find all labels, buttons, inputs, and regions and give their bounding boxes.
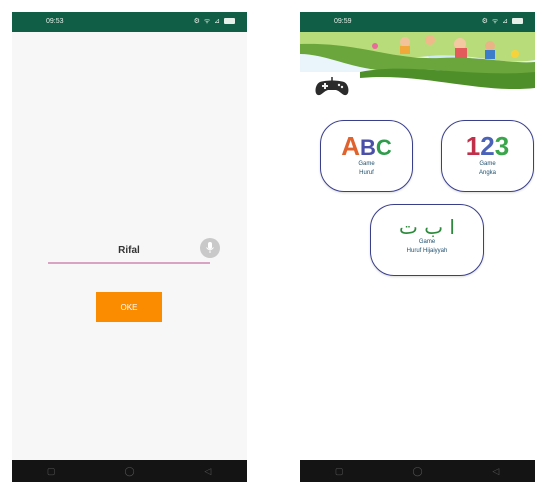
microphone-icon[interactable]: [200, 238, 220, 258]
status-icons: ⚙ ᯤ ⊿: [482, 17, 523, 26]
back-icon[interactable]: ◁: [486, 466, 506, 477]
status-signal-icons: ⚙ ᯤ ⊿: [193, 18, 222, 25]
gamepad-icon: [314, 75, 350, 102]
game-hijaiyyah-button[interactable]: ا ب ت Game Huruf Hijaiyyah: [370, 204, 484, 276]
status-bar: 09:53 ⚙ ᯤ ⊿: [12, 12, 247, 32]
home-icon[interactable]: ◯: [119, 466, 139, 477]
card-label-line2: Angka: [478, 170, 496, 176]
android-nav-bar: ▢ ◯ ◁: [12, 460, 247, 482]
abc-logo-c: C: [375, 135, 392, 160]
recents-icon[interactable]: ▢: [41, 466, 61, 477]
ok-button[interactable]: OKE: [96, 292, 162, 322]
name-input[interactable]: [48, 238, 210, 264]
number-logo: 123: [442, 133, 533, 159]
number-logo-3: 3: [494, 131, 510, 161]
game-huruf-button[interactable]: ABC Game Huruf: [320, 120, 413, 192]
android-nav-bar: ▢ ◯ ◁: [300, 460, 535, 482]
recents-icon[interactable]: ▢: [329, 466, 349, 477]
microphone-glyph: [206, 242, 214, 253]
abc-logo-a: A: [341, 131, 360, 161]
number-logo-1: 1: [465, 131, 481, 161]
abc-logo-b: B: [360, 135, 376, 160]
status-bar: 09:59 ⚙ ᯤ ⊿: [300, 12, 535, 32]
status-time: 09:53: [46, 18, 64, 25]
card-label-line1: Game: [418, 239, 436, 245]
abc-logo: ABC: [321, 133, 412, 159]
status-time: 09:59: [334, 18, 352, 25]
phone-screen-game-menu: 09:59 ⚙ ᯤ ⊿ ABC Game Huruf 123 Game Angk…: [300, 12, 535, 482]
number-logo-2: 2: [480, 131, 495, 161]
arabic-letters-logo: ا ب ت: [399, 215, 455, 239]
phone-screen-name-entry: 09:53 ⚙ ᯤ ⊿ OKE ▢ ◯ ◁: [12, 12, 247, 482]
battery-icon: [224, 18, 235, 25]
home-icon[interactable]: ◯: [407, 466, 427, 477]
battery-icon: [512, 18, 523, 25]
game-angka-button[interactable]: 123 Game Angka: [441, 120, 534, 192]
card-label-line2: Huruf Hijaiyyah: [406, 248, 448, 254]
card-label-line1: Game: [358, 161, 375, 167]
back-icon[interactable]: ◁: [198, 466, 218, 477]
status-signal-icons: ⚙ ᯤ ⊿: [481, 18, 510, 25]
status-icons: ⚙ ᯤ ⊿: [194, 17, 235, 26]
card-label-line2: Huruf: [359, 170, 374, 176]
gamepad-glyph: [315, 77, 349, 96]
card-label-line1: Game: [479, 161, 496, 167]
